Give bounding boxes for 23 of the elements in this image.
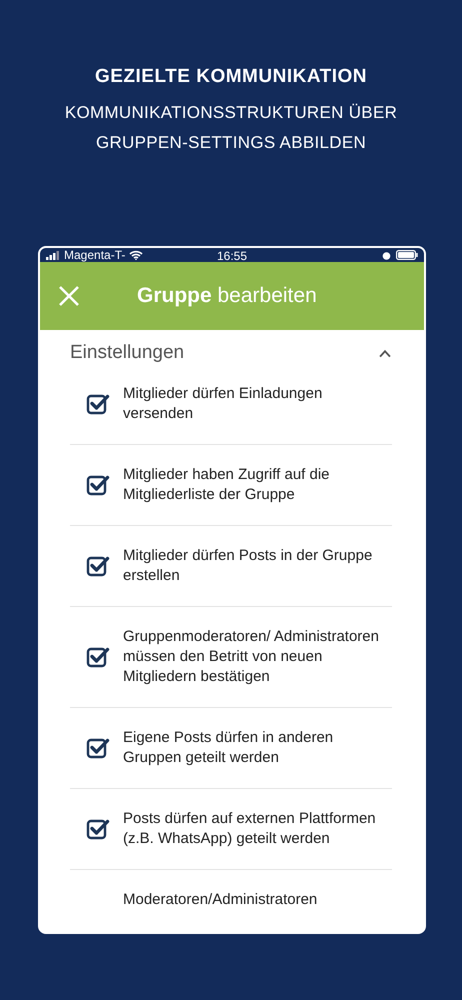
chevron-icon[interactable] [378, 349, 392, 358]
checkbox[interactable] [86, 392, 110, 416]
checkbox[interactable] [86, 817, 110, 841]
setting-label: Gruppenmoderatoren/ Administratoren müssen den Betritt von neuen Mitgliedern bestätigen [123, 627, 380, 687]
battery-icon [396, 250, 418, 260]
setting-label: Mitglieder haben Zugriff auf die Mitgliederliste der Gruppe [123, 465, 331, 505]
checkbox[interactable] [86, 554, 110, 578]
carrier-name: Magenta-T- [64, 248, 126, 262]
checkbox[interactable] [86, 645, 110, 669]
status-time: 16:55 [216, 249, 248, 263]
headline-subtitle: KOMMUNIKATIONSSTRUKTUREN ÜBER GRUPPEN-SETTINGS ABBILDEN [64, 102, 398, 154]
setting-label: Mitglieder dürfen Posts in der Gruppe erstellen [123, 546, 374, 586]
wifi-icon [129, 250, 144, 260]
section-title: Einstellungen [70, 342, 186, 364]
headline-title: GEZIELTE KOMMUNIKATION [94, 65, 368, 89]
checkbox[interactable] [86, 736, 110, 760]
checkbox[interactable] [86, 473, 110, 497]
header-title: Gruppe bearbeiten [137, 284, 317, 308]
setting-label: Eigene Posts dürfen in anderen Gruppen geteilt werden [123, 728, 334, 768]
setting-label: Moderatoren/Administratoren [123, 890, 318, 910]
setting-label: Posts dürfen auf externen Plattformen (z.B. WhatsApp) geteilt werden [123, 809, 377, 849]
signal-icon [46, 250, 60, 260]
setting-label: Mitglieder dürfen Einladungen versenden [123, 384, 324, 424]
